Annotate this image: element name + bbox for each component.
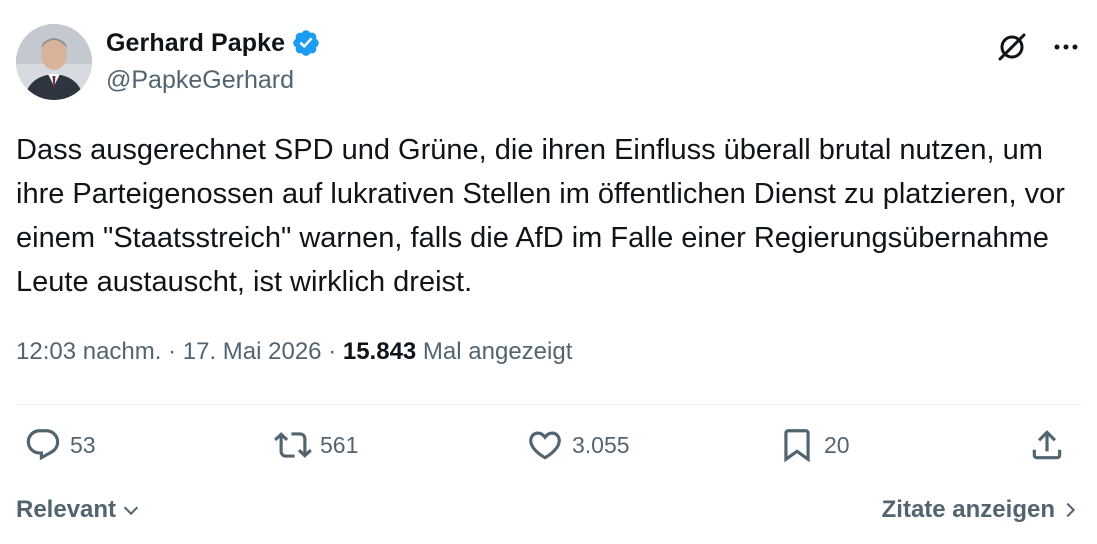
tweet-time[interactable]: 12:03 nachm.: [16, 338, 161, 366]
tweet-header: Gerhard Papke @PapkeGerhard: [16, 24, 1081, 102]
share-icon: [1032, 430, 1062, 460]
show-quotes-link[interactable]: Zitate anzeigen: [882, 496, 1081, 524]
reply-count: 53: [70, 431, 96, 458]
reply-button[interactable]: 53: [24, 426, 96, 464]
tweet-text: Dass ausgerechnet SPD und Grüne, die ihr…: [16, 134, 1065, 298]
like-count: 3.055: [572, 431, 630, 458]
tweet-date[interactable]: 17. Mai 2026: [183, 338, 322, 366]
repost-icon: [274, 432, 312, 458]
like-icon: [529, 431, 561, 460]
reply-icon: [26, 429, 60, 461]
bookmark-icon: [784, 429, 810, 463]
bookmark-button[interactable]: 20: [778, 426, 850, 464]
avatar-photo: [16, 24, 92, 100]
repost-button[interactable]: 561: [274, 426, 358, 464]
more-icon[interactable]: [1051, 32, 1081, 67]
like-button[interactable]: 3.055: [526, 426, 630, 464]
verified-badge-icon[interactable]: [291, 28, 321, 58]
avatar[interactable]: [16, 24, 92, 100]
author-name[interactable]: Gerhard Papke: [106, 29, 285, 58]
views-label: Mal angezeigt: [416, 338, 573, 365]
sort-label: Relevant: [16, 496, 117, 523]
name-row: Gerhard Papke: [106, 28, 321, 58]
tweet-meta: 12:03 nachm. · 17. Mai 2026 · 15.843 Mal…: [16, 338, 572, 366]
grok-icon[interactable]: [995, 30, 1029, 69]
action-bar: 53 561 3.055 20: [16, 426, 1081, 474]
sort-dropdown[interactable]: Relevant: [16, 496, 142, 524]
views-count: 15.843: [342, 338, 417, 365]
quotes-label: Zitate anzeigen: [881, 496, 1055, 523]
chevron-down-icon: [123, 506, 139, 516]
divider: [16, 404, 1081, 405]
share-button[interactable]: [1028, 426, 1066, 464]
repost-count: 561: [320, 431, 359, 458]
bookmark-count: 20: [824, 431, 850, 458]
author-handle[interactable]: @PapkeGerhard: [106, 66, 294, 95]
meta-separator: ·: [321, 338, 343, 365]
tweet-footer: Relevant Zitate anzeigen: [16, 490, 1081, 530]
chevron-right-icon: [1066, 502, 1076, 518]
meta-separator: ·: [161, 338, 183, 365]
top-right-icons: [995, 30, 1081, 69]
